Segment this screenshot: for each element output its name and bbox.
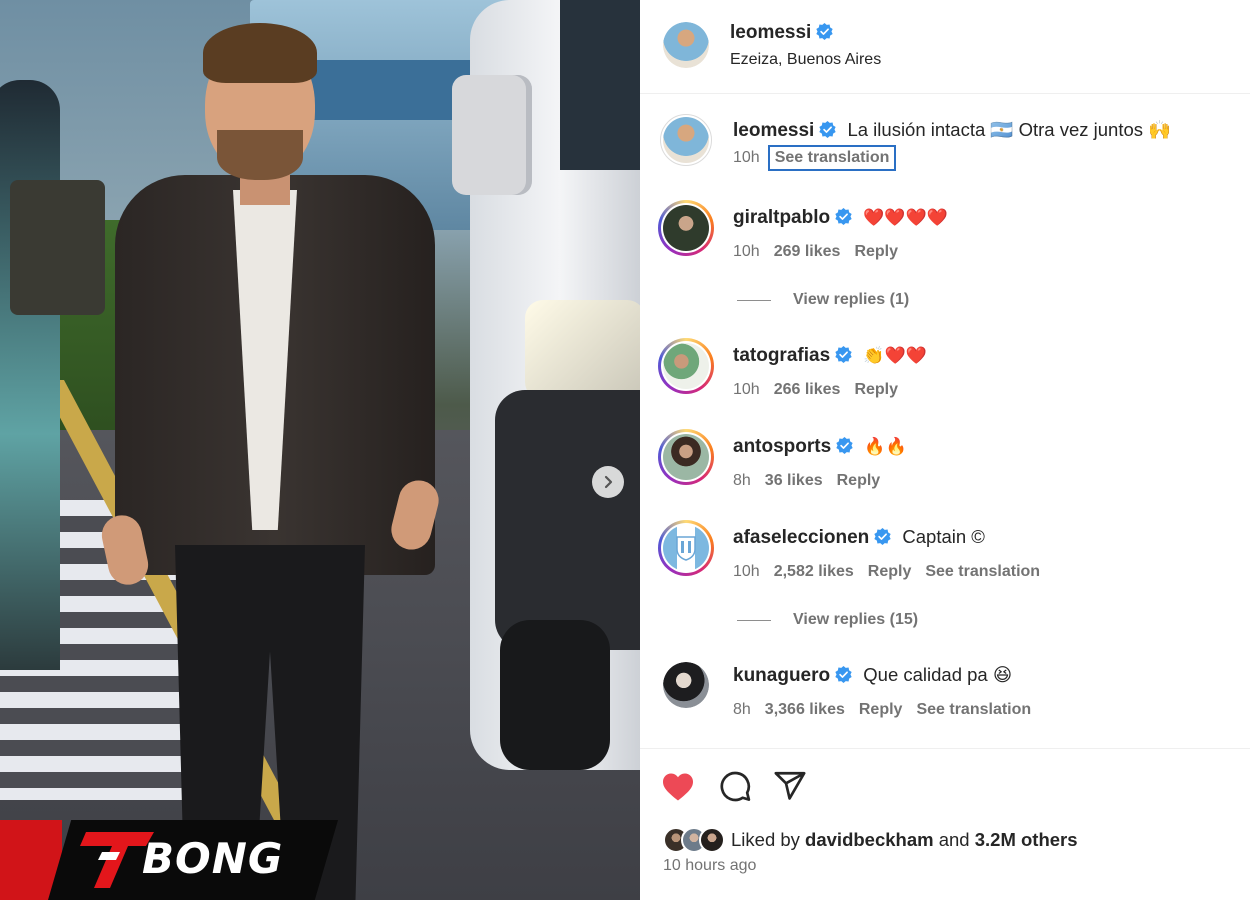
liked-by-prefix: Liked by [731, 829, 800, 850]
liked-by-others-link[interactable]: 3.2M others [975, 829, 1078, 851]
commenter-username[interactable]: antosports [733, 436, 831, 457]
chevron-right-icon [604, 475, 613, 489]
author-username-text[interactable]: leomessi [730, 22, 811, 43]
caption-avatar[interactable] [660, 114, 712, 166]
comment-row: afaseleccionen Captain © 10h 2,582 likes R… [640, 516, 1250, 636]
comment-time: 8h [733, 472, 751, 489]
verified-badge-icon [835, 666, 852, 683]
comment-bubble-icon [720, 771, 751, 802]
comment-reply-button[interactable]: Reply [854, 243, 898, 260]
liked-by-and: and [938, 829, 970, 850]
replies-divider [737, 299, 771, 301]
post-header: leomessi Ezeiza, Buenos Aires [640, 0, 1250, 94]
comment-likes[interactable]: 36 likes [765, 472, 823, 489]
verified-badge-icon [835, 208, 852, 225]
bystander-figure [0, 80, 60, 670]
comment-time: 10h [733, 563, 760, 580]
watermark-text: BONG [142, 834, 284, 883]
comment-text: 👏❤️❤️ [863, 346, 927, 365]
liker-avatar [699, 827, 725, 853]
see-translation-link[interactable]: See translation [925, 563, 1040, 580]
commenter-username[interactable]: giraltpablo [733, 207, 830, 228]
post-sidebar: leomessi Ezeiza, Buenos Aires leomessi L… [640, 0, 1250, 900]
commenter-username[interactable]: afaseleccionen [733, 527, 869, 548]
comment-time: 10h [733, 243, 760, 260]
see-translation-link[interactable]: See translation [767, 145, 897, 171]
view-replies-button[interactable]: View replies (15) [737, 611, 918, 629]
van-mirror [452, 75, 532, 195]
van-window [560, 0, 640, 170]
post-location[interactable]: Ezeiza, Buenos Aires [730, 51, 881, 69]
comment-time: 10h [733, 381, 760, 398]
like-button[interactable] [660, 769, 696, 805]
comment-reply-button[interactable]: Reply [837, 472, 881, 489]
commenter-avatar[interactable] [658, 429, 714, 485]
comment-button[interactable] [717, 769, 753, 805]
post-timestamp: 10 hours ago [663, 857, 757, 874]
comment-reply-button[interactable]: Reply [868, 563, 912, 580]
commenter-avatar[interactable] [658, 200, 714, 256]
van-bumper [495, 390, 640, 650]
heart-icon [663, 773, 693, 801]
hair [203, 23, 317, 83]
author-username[interactable]: leomessi [730, 22, 833, 44]
comment-text: ❤️❤️❤️❤️ [863, 208, 948, 227]
liked-by-row: Liked by davidbeckham and 3.2M others [663, 827, 1078, 853]
commenter-avatar[interactable] [663, 662, 709, 708]
caption-time: 10h [733, 149, 760, 166]
verified-badge-icon [836, 437, 853, 454]
verified-badge-icon [874, 528, 891, 545]
comment-row: giraltpablo ❤️❤️❤️❤️ 10h 269 likes Reply V… [640, 196, 1250, 316]
afa-crest-icon [676, 536, 696, 561]
van-wheel [500, 620, 610, 770]
comment-likes[interactable]: 3,366 likes [765, 701, 845, 718]
replies-divider [737, 619, 771, 621]
caption-username[interactable]: leomessi [733, 120, 814, 141]
commenter-username[interactable]: tatografias [733, 345, 830, 366]
share-send-icon [774, 771, 806, 800]
watermark-logo: BONG [0, 820, 340, 900]
share-button[interactable] [772, 769, 808, 805]
bystander-bag [10, 180, 105, 315]
post-actions: Liked by davidbeckham and 3.2M others 10… [640, 748, 1250, 900]
verified-badge-icon [835, 346, 852, 363]
caption-row: leomessi La ilusión intacta 🇦🇷 Otra vez … [640, 110, 1250, 180]
commenter-username[interactable]: kunaguero [733, 665, 830, 686]
comment-text: Que calidad pa 😆 [863, 664, 1013, 685]
comment-text: Captain © [902, 526, 985, 547]
comment-likes[interactable]: 269 likes [774, 243, 841, 260]
comment-likes[interactable]: 266 likes [774, 381, 841, 398]
view-replies-label: View replies (1) [793, 291, 910, 308]
comment-reply-button[interactable]: Reply [854, 381, 898, 398]
liked-by-avatars [663, 827, 725, 853]
comment-row: antosports 🔥🔥 8h 36 likes Reply [640, 425, 1250, 495]
comment-likes[interactable]: 2,582 likes [774, 563, 854, 580]
caption-text: La ilusión intacta 🇦🇷 Otra vez juntos 🙌 [847, 119, 1172, 140]
view-replies-button[interactable]: View replies (1) [737, 291, 909, 309]
comment-row: kunaguero Que calidad pa 😆 8h 3,366 likes… [640, 654, 1250, 724]
comment-reply-button[interactable]: Reply [859, 701, 903, 718]
verified-badge-icon [816, 23, 833, 40]
carousel-next-button[interactable] [592, 466, 624, 498]
commenter-avatar[interactable] [658, 520, 714, 576]
van-headlight [525, 300, 640, 400]
man-in-suit [98, 15, 445, 900]
comment-time: 8h [733, 701, 751, 718]
comment-row: tatografias 👏❤️❤️ 10h 266 likes Reply [640, 334, 1250, 404]
comment-text: 🔥🔥 [864, 437, 907, 456]
liked-by-user-link[interactable]: davidbeckham [805, 829, 934, 851]
author-avatar[interactable] [663, 22, 709, 68]
view-replies-label: View replies (15) [793, 611, 919, 628]
verified-badge-icon [819, 121, 836, 138]
commenter-avatar[interactable] [658, 338, 714, 394]
post-photo: BONG [0, 0, 640, 900]
see-translation-link[interactable]: See translation [916, 701, 1031, 718]
beard [217, 130, 303, 180]
